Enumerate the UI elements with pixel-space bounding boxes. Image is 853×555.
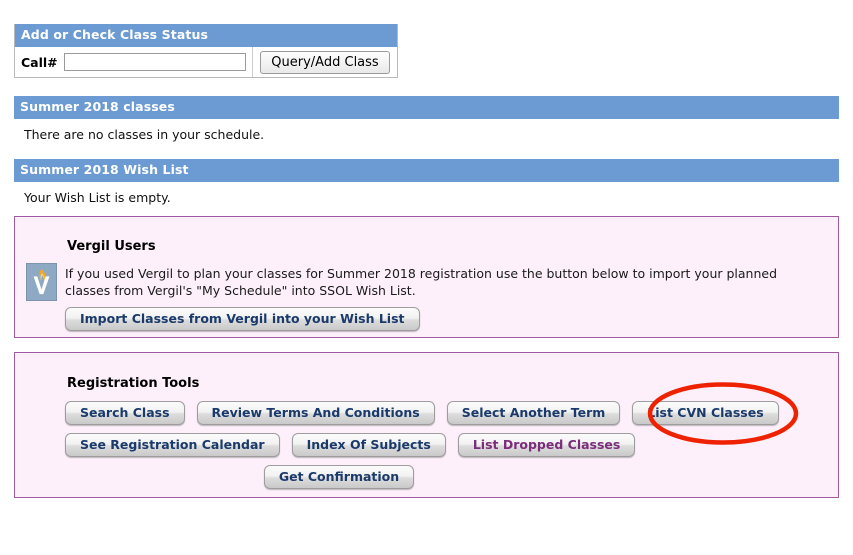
import-classes-from-vergil-button[interactable]: Import Classes from Vergil into your Wis… — [65, 307, 420, 331]
query-add-class-button[interactable]: Query/Add Class — [260, 50, 390, 74]
vergil-users-heading: Vergil Users — [67, 239, 156, 254]
registration-tools-button-grid: Search Class Review Terms And Conditions S… — [65, 401, 805, 497]
registration-tools-row-1: Search Class Review Terms And Conditions S… — [65, 401, 805, 425]
current-classes-message: There are no classes in your schedule. — [24, 127, 265, 142]
see-registration-calendar-button[interactable]: See Registration Calendar — [65, 433, 280, 457]
current-classes-header: Summer 2018 classes — [14, 96, 839, 119]
add-check-class-status-panel: Add or Check Class Status Call# Query/Ad… — [14, 24, 398, 78]
wish-list-message: Your Wish List is empty. — [24, 190, 171, 205]
call-number-cell: Call# — [15, 47, 253, 77]
review-terms-and-conditions-button[interactable]: Review Terms And Conditions — [196, 401, 435, 425]
current-classes-section: Summer 2018 classes There are no classes… — [14, 96, 839, 142]
registration-tools-row-3: Get Confirmation — [65, 465, 805, 489]
call-number-label: Call# — [21, 54, 58, 70]
select-another-term-button[interactable]: Select Another Term — [446, 401, 621, 425]
vergil-users-panel: Vergil Users If you used Vergil to plan … — [14, 216, 839, 338]
search-class-button[interactable]: Search Class — [65, 401, 185, 425]
vergil-flame-logo-icon — [26, 263, 57, 301]
list-dropped-classes-button[interactable]: List Dropped Classes — [457, 433, 636, 457]
wish-list-section: Summer 2018 Wish List Your Wish List is … — [14, 159, 839, 205]
index-of-subjects-button[interactable]: Index Of Subjects — [291, 433, 446, 457]
add-check-class-status-header: Add or Check Class Status — [15, 24, 397, 47]
call-number-input[interactable] — [63, 53, 246, 71]
call-number-row: Call# Query/Add Class — [15, 47, 397, 77]
get-confirmation-button[interactable]: Get Confirmation — [263, 465, 415, 489]
wish-list-header: Summer 2018 Wish List — [14, 159, 839, 182]
list-cvn-classes-button[interactable]: List CVN Classes — [632, 401, 779, 425]
import-classes-button-wrap: Import Classes from Vergil into your Wis… — [65, 307, 420, 331]
query-add-class-cell: Query/Add Class — [253, 47, 397, 77]
registration-tools-panel: Registration Tools Search Class Review Te… — [14, 352, 839, 498]
registration-tools-heading: Registration Tools — [67, 376, 200, 391]
registration-tools-row-2: See Registration Calendar Index Of Subjec… — [65, 433, 805, 457]
vergil-users-description: If you used Vergil to plan your classes … — [65, 266, 778, 298]
